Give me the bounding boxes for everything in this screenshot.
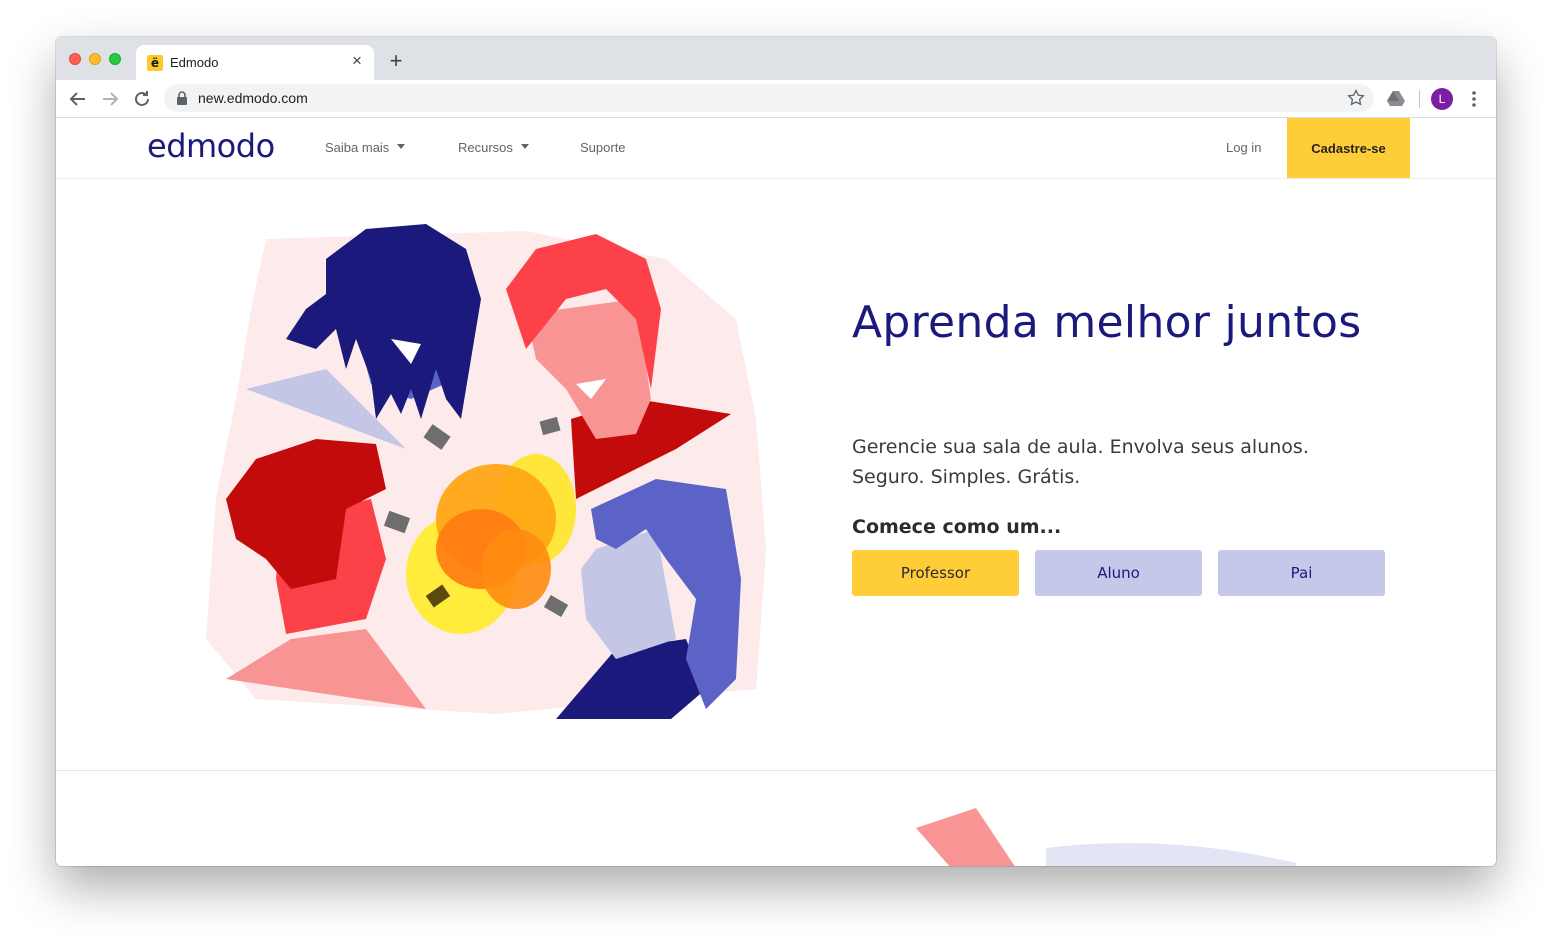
tab-strip: ë Edmodo × + <box>56 37 1496 80</box>
tab-title: Edmodo <box>170 55 219 70</box>
back-arrow-icon[interactable] <box>66 87 90 111</box>
login-link[interactable]: Log in <box>1226 140 1261 155</box>
hero-subtitle-line-1: Gerencie sua sala de aula. Envolva seus … <box>852 436 1309 458</box>
nav-suporte[interactable]: Suporte <box>580 140 626 155</box>
nav-saiba-mais[interactable]: Saiba mais <box>325 140 406 155</box>
nav-label: Recursos <box>458 140 513 155</box>
url-text: new.edmodo.com <box>198 90 308 106</box>
web-page: edmodo Saiba mais Recursos Suporte Log i… <box>56 118 1496 866</box>
hero-headline: Aprenda melhor juntos <box>852 297 1362 348</box>
browser-window: ë Edmodo × + new.edmodo.com L edmodo Sai… <box>56 37 1496 866</box>
address-bar[interactable]: new.edmodo.com <box>164 84 1374 112</box>
start-as-heading: Comece como um... <box>852 516 1062 538</box>
browser-tab[interactable]: ë Edmodo × <box>136 45 374 80</box>
maximize-window-button[interactable] <box>109 53 121 65</box>
hero-section: Aprenda melhor juntos Gerencie sua sala … <box>56 179 1496 771</box>
forward-arrow-icon[interactable] <box>98 87 122 111</box>
section-illustration-peek <box>916 808 1296 866</box>
minimize-window-button[interactable] <box>89 53 101 65</box>
edmodo-logo[interactable]: edmodo <box>147 127 275 165</box>
toolbar-divider <box>1419 90 1420 108</box>
signup-button[interactable]: Cadastre-se <box>1287 118 1410 178</box>
hero-subtitle-line-2: Seguro. Simples. Grátis. <box>852 466 1081 488</box>
more-menu-icon[interactable] <box>1466 88 1482 110</box>
close-icon[interactable]: × <box>348 52 366 70</box>
profile-avatar[interactable]: L <box>1431 88 1453 110</box>
nav-label: Saiba mais <box>325 140 390 155</box>
lock-icon <box>177 91 187 105</box>
browser-toolbar: new.edmodo.com L <box>56 80 1496 118</box>
new-tab-button[interactable]: + <box>385 50 407 72</box>
reload-icon[interactable] <box>130 87 154 111</box>
hero-subtitle: Gerencie sua sala de aula. Envolva seus … <box>852 432 1392 492</box>
edmodo-favicon-icon: ë <box>147 55 163 71</box>
pai-button[interactable]: Pai <box>1218 550 1385 596</box>
close-window-button[interactable] <box>69 53 81 65</box>
aluno-button[interactable]: Aluno <box>1035 550 1202 596</box>
professor-button[interactable]: Professor <box>852 550 1019 596</box>
nav-recursos[interactable]: Recursos <box>458 140 529 155</box>
caret-down-icon <box>520 144 529 150</box>
bookmark-star-icon[interactable] <box>1346 88 1366 108</box>
site-header: edmodo Saiba mais Recursos Suporte Log i… <box>56 118 1496 179</box>
hero-illustration <box>206 224 766 719</box>
google-drive-icon[interactable] <box>1387 90 1405 106</box>
caret-down-icon <box>397 144 406 150</box>
